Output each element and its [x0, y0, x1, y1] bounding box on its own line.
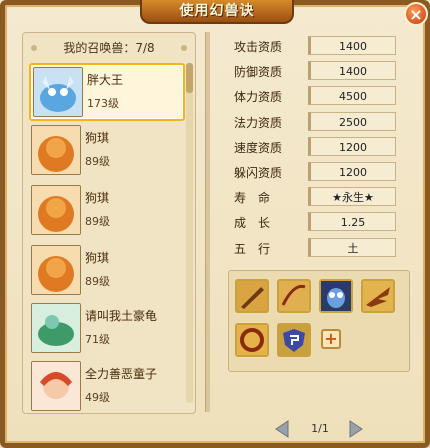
- sword-skill-icon[interactable]: [235, 279, 269, 313]
- pet-count-header: 我的召唤兽：7/8: [31, 37, 187, 59]
- orange-beast-portrait-icon: [31, 125, 81, 175]
- skills-panel: +: [228, 270, 410, 372]
- window-title: 使用幻兽诀: [179, 3, 255, 19]
- stat-row: 躲闪资质 1200: [220, 160, 410, 185]
- pet-name: 全力善恶童子: [85, 367, 158, 381]
- pet-level: 89级: [85, 155, 110, 168]
- stat-value: 土: [308, 237, 396, 257]
- orange-beast-portrait-icon: [31, 245, 81, 295]
- stat-label: 速度资质: [234, 140, 283, 155]
- pet-stats-panel: 攻击资质 1400 防御资质 1400 体力资质 4500 法力资质 2500 速度资质…: [220, 34, 410, 261]
- close-button[interactable]: ×: [404, 2, 428, 26]
- pet-list-item[interactable]: 请叫我土豪龟 71级: [29, 301, 181, 355]
- pet-list-item[interactable]: 狗琪 89级: [29, 123, 181, 177]
- panel-divider: [205, 32, 210, 412]
- add-skill-button[interactable]: +: [321, 329, 341, 349]
- stat-row: 法力资质 2500: [220, 110, 410, 135]
- right-arrow-icon: [349, 420, 363, 438]
- prev-page-button[interactable]: [272, 418, 294, 440]
- ring-skill-icon[interactable]: [235, 323, 269, 357]
- owl-skill-icon[interactable]: [319, 279, 353, 313]
- pet-name: 胖大王: [87, 73, 124, 87]
- stat-row: 防御资质 1400: [220, 59, 410, 84]
- wing-skill-icon[interactable]: [361, 279, 395, 313]
- pet-name: 请叫我土豪龟: [85, 309, 158, 323]
- page-indicator: 1/1: [311, 422, 329, 435]
- whip-skill-icon[interactable]: [277, 279, 311, 313]
- stat-label: 攻击资质: [234, 40, 283, 54]
- title-bar: 使用幻兽诀: [140, 0, 294, 24]
- stat-value: 1400: [308, 36, 396, 55]
- header-deco-icon: [31, 45, 37, 51]
- stat-row: 体力资质 4500: [220, 84, 410, 109]
- stat-row: 寿 命 ★永生★: [220, 185, 410, 210]
- green-turtle-portrait-icon: [31, 303, 81, 353]
- pet-level: 71级: [85, 333, 110, 346]
- stat-row: 五 行土: [220, 236, 410, 261]
- stat-value: 1200: [308, 136, 396, 156]
- stat-label: 法力资质: [234, 115, 283, 130]
- stat-row: 速度资质 1200: [220, 135, 410, 160]
- stat-row: 成 长 1.25: [220, 210, 410, 235]
- pet-list-item[interactable]: 全力善恶童子 49级: [29, 359, 181, 413]
- pet-name: 狗琪: [85, 251, 110, 265]
- shield-skill-icon[interactable]: [277, 323, 311, 357]
- pet-list-item[interactable]: 胖大王 173级: [29, 63, 185, 121]
- stat-label: 寿 命: [234, 191, 271, 206]
- pet-count-label: 我的召唤兽：7/8: [63, 41, 155, 55]
- summon-skill-window: 使用幻兽诀 × 我的召唤兽：7/8 胖大王 173级 狗琪 89级 狗琪 89级…: [0, 0, 430, 448]
- stat-value: 4500: [308, 86, 396, 106]
- stat-value: 1.25: [308, 212, 396, 232]
- stat-label: 五 行: [234, 241, 271, 256]
- pet-name: 狗琪: [85, 131, 110, 145]
- pet-list-item[interactable]: 狗琪 89级: [29, 243, 181, 297]
- stat-value: 1400: [308, 61, 396, 81]
- pet-list-scrollbar[interactable]: [186, 63, 193, 403]
- stat-value: 1200: [308, 161, 396, 181]
- stat-label: 躲闪资质: [234, 165, 283, 180]
- add-icon: +: [324, 329, 338, 348]
- left-arrow-icon: [275, 420, 289, 438]
- pet-level: 89级: [85, 275, 110, 288]
- pet-level: 89级: [85, 215, 110, 228]
- stat-label: 成 长: [234, 216, 271, 231]
- stat-row: 攻击资质 1400: [220, 34, 410, 59]
- header-deco-icon: [181, 45, 187, 51]
- orange-beast-portrait-icon: [31, 185, 81, 235]
- stat-label: 体力资质: [234, 90, 283, 105]
- pager: 1/1: [272, 416, 368, 440]
- pet-level: 173级: [87, 97, 119, 110]
- close-icon: ×: [409, 5, 423, 24]
- blue-dragon-portrait-icon: [33, 67, 83, 117]
- pet-list-panel: 我的召唤兽：7/8 胖大王 173级 狗琪 89级 狗琪 89级 狗琪 89级 …: [22, 32, 196, 414]
- pet-level: 49级: [85, 391, 110, 404]
- stat-value: ★永生★: [308, 187, 396, 207]
- scroll-thumb[interactable]: [186, 63, 193, 93]
- child-portrait-icon: [31, 361, 81, 411]
- stat-label: 防御资质: [234, 65, 283, 80]
- pet-list-item[interactable]: 狗琪 89级: [29, 183, 181, 237]
- next-page-button[interactable]: [344, 418, 366, 440]
- pet-name: 狗琪: [85, 191, 110, 205]
- stat-value: 2500: [308, 111, 396, 131]
